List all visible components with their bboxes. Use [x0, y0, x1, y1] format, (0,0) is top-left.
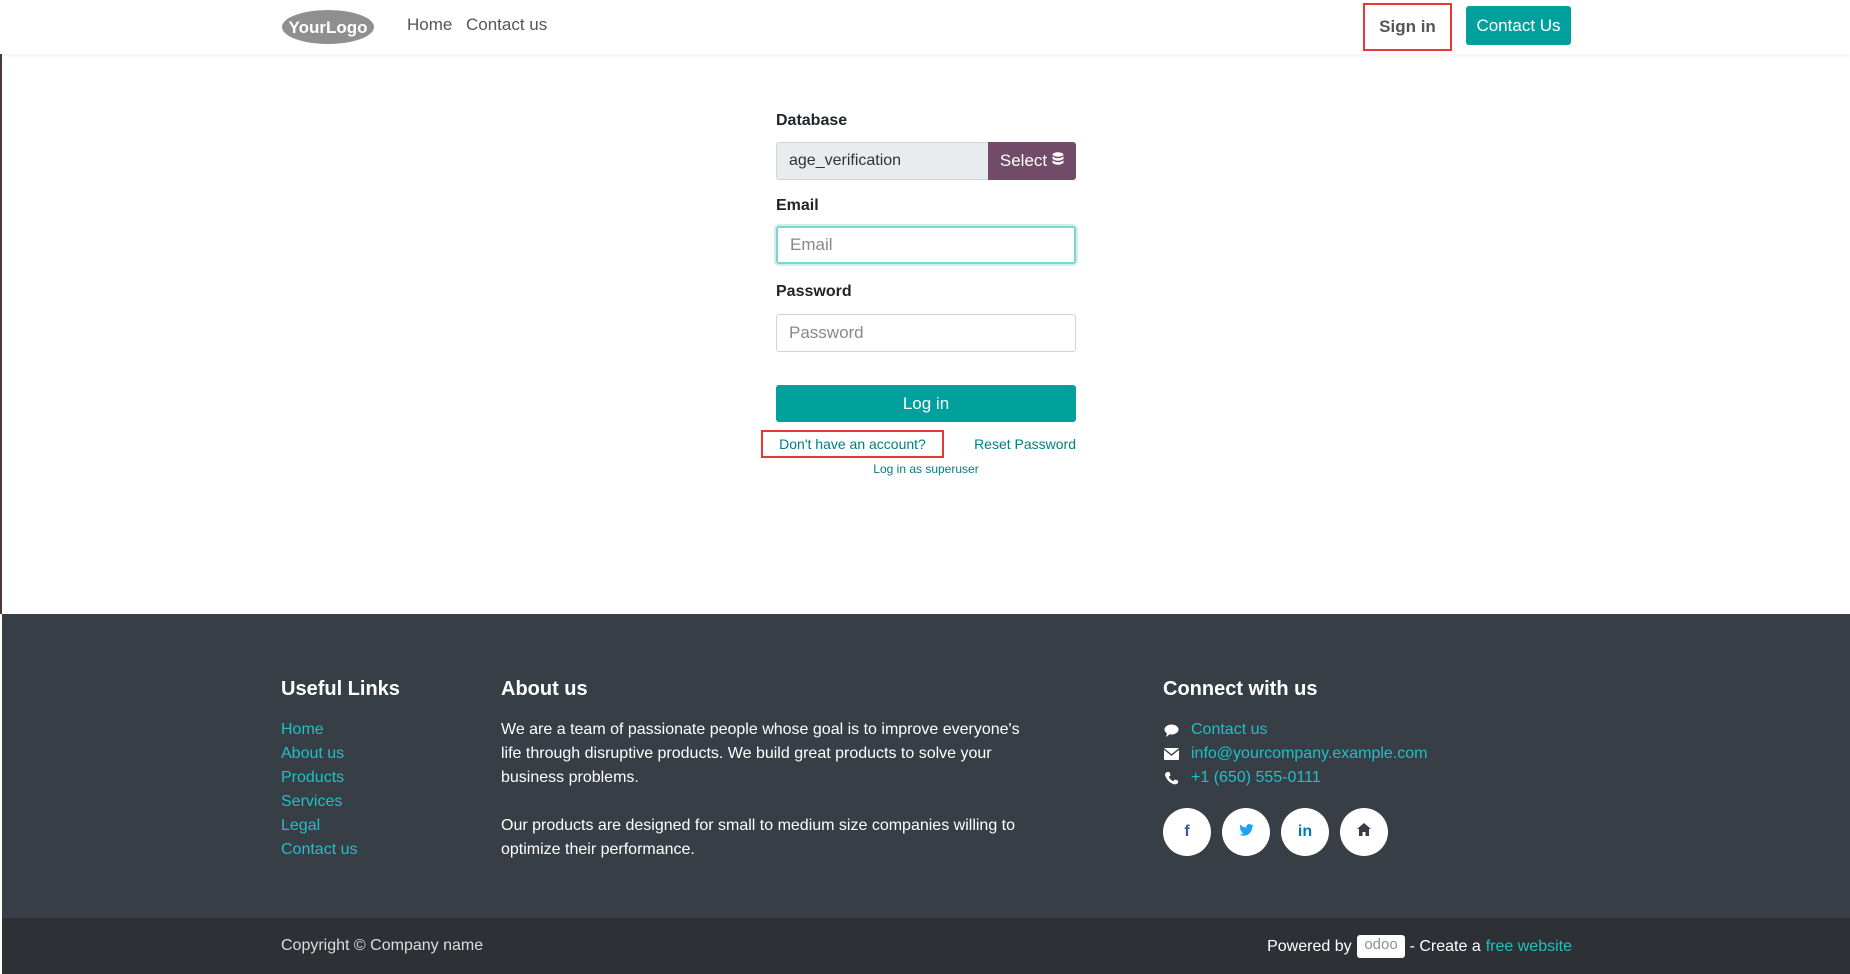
odoo-logo-text: odoo	[1364, 936, 1397, 952]
email-row[interactable]: info@yourcompany.example.com	[1163, 742, 1428, 766]
logo-text: YourLogo	[289, 18, 368, 37]
envelope-icon	[1163, 746, 1179, 762]
about-paragraph-2: Our products are designed for small to m…	[501, 817, 1016, 858]
linkedin-button[interactable]: in	[1281, 808, 1329, 856]
footer-link-services[interactable]: Services	[281, 790, 357, 814]
twitter-button[interactable]	[1222, 808, 1270, 856]
create-a-text: - Create a	[1409, 937, 1481, 955]
email-input[interactable]	[776, 226, 1076, 264]
log-in-label: Log in	[902, 393, 950, 413]
reset-password-link[interactable]: Reset Password	[974, 436, 1076, 452]
password-label: Password	[776, 283, 852, 300]
superuser-login-link[interactable]: Log in as superuser	[776, 462, 1076, 476]
database-label: Database	[776, 112, 848, 129]
home-social-button[interactable]	[1340, 808, 1388, 856]
sign-in-link[interactable]: Sign in	[1363, 3, 1452, 51]
nav-home-link[interactable]: Home	[407, 15, 452, 35]
phone-row[interactable]: +1 (650) 555-0111	[1163, 766, 1428, 790]
footer-link-contact[interactable]: Contact us	[281, 838, 357, 862]
database-select-button[interactable]: Select	[988, 142, 1076, 180]
home-icon	[1357, 823, 1371, 841]
footer-link-legal[interactable]: Legal	[281, 814, 357, 838]
about-paragraph-1: We are a team of passionate people whose…	[501, 721, 1020, 786]
signup-label: Don't have an account?	[779, 436, 926, 452]
about-title: About us	[501, 678, 588, 700]
comment-icon	[1163, 722, 1179, 738]
odoo-logo[interactable]: odoo	[1356, 935, 1405, 958]
useful-links-title: Useful Links	[281, 678, 400, 700]
linkedin-icon: in	[1297, 823, 1313, 840]
password-input[interactable]	[776, 314, 1076, 352]
twitter-icon	[1238, 823, 1254, 841]
database-selector: age_verification Select	[776, 142, 1076, 180]
free-website-link[interactable]: free website	[1486, 938, 1572, 956]
sign-in-label: Sign in	[1379, 17, 1436, 36]
contact-us-button[interactable]: Contact Us	[1466, 6, 1571, 45]
database-icon	[1052, 151, 1064, 171]
footer-link-home[interactable]: Home	[281, 718, 357, 742]
about-text: We are a team of passionate people whose…	[501, 718, 1041, 886]
signup-link[interactable]: Don't have an account?	[761, 430, 944, 458]
select-label: Select	[999, 151, 1048, 170]
contact-us-label: Contact Us	[1476, 15, 1561, 35]
top-navbar: YourLogo Home Contact us Sign in Contact…	[0, 0, 1850, 54]
facebook-button[interactable]: f	[1163, 808, 1211, 856]
nav-contact-link[interactable]: Contact us	[466, 15, 547, 35]
footer-email-link[interactable]: info@yourcompany.example.com	[1191, 745, 1428, 763]
email-label: Email	[776, 197, 819, 214]
site-logo[interactable]: YourLogo	[281, 8, 376, 46]
footer-contact-link[interactable]: Contact us	[1191, 721, 1267, 739]
contact-row[interactable]: Contact us	[1163, 718, 1428, 742]
connect-title: Connect with us	[1163, 678, 1318, 700]
database-input[interactable]: age_verification	[776, 142, 988, 180]
connect-list: Contact us info@yourcompany.example.com …	[1163, 718, 1428, 790]
log-in-button[interactable]: Log in	[776, 385, 1076, 422]
phone-icon	[1163, 770, 1179, 786]
facebook-icon: f	[1184, 823, 1190, 840]
footer-link-products[interactable]: Products	[281, 766, 357, 790]
powered-by: Powered by odoo - Create a free website	[1267, 935, 1572, 958]
useful-links-list: Home About us Products Services Legal Co…	[281, 718, 357, 862]
footer: Useful Links Home About us Products Serv…	[2, 614, 1850, 918]
window-left-edge	[0, 0, 2, 614]
footer-phone-link[interactable]: +1 (650) 555-0111	[1191, 769, 1321, 787]
powered-by-text: Powered by	[1267, 937, 1352, 955]
copyright-text: Copyright © Company name	[281, 937, 484, 954]
bottom-bar: Copyright © Company name Powered by odoo…	[2, 918, 1850, 974]
footer-link-about[interactable]: About us	[281, 742, 357, 766]
